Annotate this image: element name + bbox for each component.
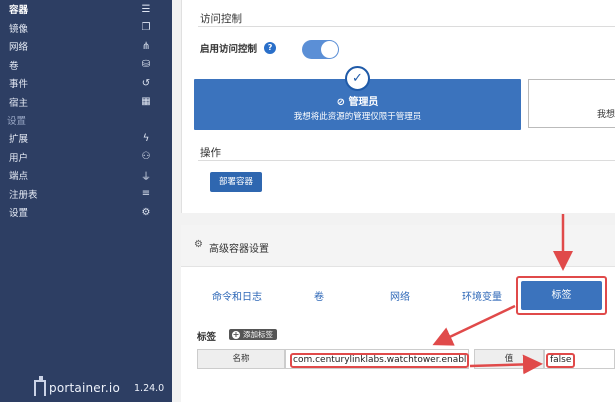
tab-volumes[interactable]: 卷	[314, 288, 324, 303]
sidebar-item-label: 网络	[9, 42, 29, 54]
sidebar-section-settings: 设置	[7, 116, 27, 127]
label-name-value: com.centurylinklabs.watchtower.enabl	[290, 353, 470, 368]
labels-section-title: 标签	[197, 332, 217, 343]
add-label-button[interactable]: + 添加标签	[229, 329, 277, 340]
sidebar-item-label: 扩展	[9, 134, 29, 146]
label-value-addon: 值	[474, 349, 544, 369]
sidebar-item-1[interactable]: 镜像 ❐	[0, 19, 172, 38]
tab-labels[interactable]: 标签	[521, 281, 602, 310]
restricted-option-desc: 我想	[596, 110, 615, 120]
users-icon: ⚇	[141, 151, 151, 163]
logo-text: portainer.io	[49, 381, 120, 395]
sidebar-item-label: 端点	[9, 171, 29, 183]
divider	[198, 26, 615, 27]
active-tab-highlight: 标签	[516, 276, 607, 315]
sidebar-item-5[interactable]: 宿主 ▦	[0, 93, 172, 112]
help-icon[interactable]: ?	[264, 42, 277, 54]
sidebar-item-4[interactable]: 事件 ↺	[0, 74, 172, 93]
sidebar-item-label: 事件	[9, 79, 29, 91]
history-icon: ↺	[141, 77, 151, 89]
sidebar-item-label: 设置	[9, 208, 29, 220]
deploy-container-button[interactable]: 部署容器	[210, 172, 262, 192]
plus-circle-icon: +	[232, 329, 240, 339]
restricted-option[interactable]: 我想	[528, 79, 615, 128]
sidebar-item-1[interactable]: 用户 ⚇	[0, 148, 172, 167]
sidebar-item-3[interactable]: 卷 ⛁	[0, 56, 172, 75]
main-content: 访问控制 启用访问控制 ? ⊘ 管理员 我想将此资源的管理仅限于管理员 ✓ 我想…	[172, 0, 615, 402]
label-name-addon: 名称	[197, 349, 285, 369]
administrator-option-title: ⊘ 管理员	[336, 97, 379, 108]
sidebar-item-3[interactable]: 注册表 ≡	[0, 185, 172, 204]
tab-command-logging[interactable]: 命令和日志	[212, 288, 262, 303]
advanced-settings-header: ⚙ 高级容器设置	[181, 225, 615, 267]
label-value-value: false	[546, 353, 576, 368]
label-value-input[interactable]: false	[544, 349, 615, 369]
list-icon: ☰	[141, 3, 151, 15]
label-name-input[interactable]: com.centurylinklabs.watchtower.enabl	[285, 349, 470, 369]
divider	[198, 160, 615, 161]
sidebar-item-2[interactable]: 端点 ⏚	[0, 166, 172, 185]
bolt-icon: ϟ	[142, 132, 150, 144]
sidebar-item-label: 宿主	[9, 97, 29, 109]
sidebar-item-4[interactable]: 设置 ⚙	[0, 203, 172, 222]
database-icon: ≡	[141, 188, 151, 200]
cog-icon: ⚙	[194, 239, 203, 250]
clone-icon: ❐	[141, 22, 151, 34]
actions-title: 操作	[200, 147, 221, 159]
version-label: 1.24.0	[134, 382, 165, 394]
eye-slash-icon: ⊘	[336, 97, 349, 108]
th-icon: ▦	[141, 96, 151, 108]
sitemap-icon: ⋔	[141, 40, 151, 52]
portainer-logo-icon	[34, 376, 46, 396]
administrator-option-desc: 我想将此资源的管理仅限于管理员	[293, 112, 422, 122]
access-control-title: 访问控制	[200, 13, 242, 25]
sidebar-item-2[interactable]: 网络 ⋔	[0, 37, 172, 56]
sidebar-item-0[interactable]: 容器 ☰	[0, 0, 172, 19]
plug-icon: ⏚	[141, 171, 151, 183]
sidebar-footer: portainer.io 1.24.0	[0, 374, 172, 402]
sidebar-item-label: 镜像	[9, 23, 29, 35]
container-form-card: 访问控制 启用访问控制 ? ⊘ 管理员 我想将此资源的管理仅限于管理员 ✓ 我想…	[181, 0, 615, 213]
cogs-icon: ⚙	[141, 206, 151, 218]
sidebar-item-label: 容器	[9, 5, 29, 17]
enable-access-control-label: 启用访问控制 ?	[200, 41, 277, 55]
tab-env[interactable]: 环境变量	[462, 288, 502, 303]
cubes-icon: ⛁	[141, 59, 151, 71]
toggle-knob	[321, 41, 338, 58]
access-control-toggle[interactable]	[302, 40, 339, 59]
tab-network[interactable]: 网络	[390, 288, 410, 303]
sidebar: 容器 ☰ 镜像 ❐ 网络 ⋔ 卷 ⛁ 事件 ↺ 宿主 ▦ 设置 扩展 ϟ 用户 ⚇ 端点 ⏚ 注册表 ≡ 设置 ⚙ po…	[0, 0, 172, 402]
selected-check-icon: ✓	[345, 66, 370, 91]
sidebar-item-label: 注册表	[9, 189, 38, 201]
sidebar-item-0[interactable]: 扩展 ϟ	[0, 129, 172, 148]
advanced-settings-title: 高级容器设置	[209, 244, 269, 255]
sidebar-item-label: 卷	[9, 60, 19, 72]
sidebar-item-label: 用户	[9, 152, 29, 164]
